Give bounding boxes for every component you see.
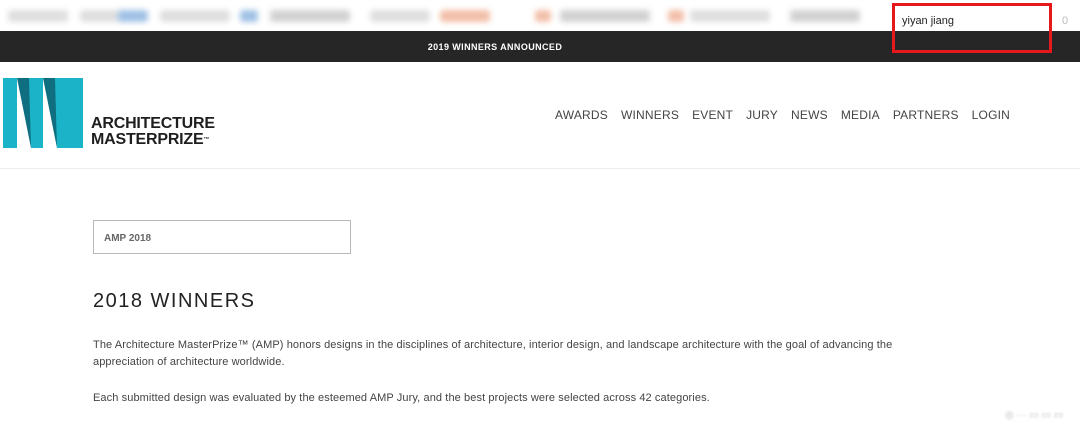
user-count: 0 bbox=[1062, 15, 1069, 27]
bookmark-item[interactable] bbox=[690, 10, 770, 22]
logo-wordmark[interactable]: ARCHITECTURE MASTERPRIZE™ bbox=[91, 116, 215, 148]
nav-item-news[interactable]: NEWS bbox=[791, 108, 828, 122]
highlight-box bbox=[892, 3, 1052, 53]
nav-item-partners[interactable]: PARTNERS bbox=[893, 108, 959, 122]
bookmark-item[interactable] bbox=[560, 10, 650, 22]
bookmark-item[interactable] bbox=[370, 10, 430, 22]
bookmark-item[interactable] bbox=[440, 10, 490, 22]
nav-item-awards[interactable]: AWARDS bbox=[555, 108, 608, 122]
bookmark-item[interactable] bbox=[790, 10, 860, 22]
page: yiyan jiang 0 2019 WINNERS ANNOUNCED ARC… bbox=[0, 0, 1080, 422]
trademark-symbol: ™ bbox=[203, 137, 210, 143]
site-header: ARCHITECTURE MASTERPRIZE™ AWARDS WINNERS… bbox=[0, 62, 1080, 169]
amp-logo-icon[interactable] bbox=[3, 78, 85, 153]
year-select[interactable]: AMP 2018 bbox=[93, 220, 351, 254]
nav-item-event[interactable]: EVENT bbox=[692, 108, 733, 122]
logo-line-2-text: MASTERPRIZE bbox=[91, 131, 204, 148]
logo-line-1: ARCHITECTURE bbox=[91, 115, 215, 132]
bookmark-item[interactable] bbox=[535, 10, 551, 22]
bookmark-item[interactable] bbox=[270, 10, 350, 22]
announcement-text[interactable]: 2019 WINNERS ANNOUNCED bbox=[428, 42, 563, 52]
page-title: 2018 WINNERS bbox=[93, 290, 256, 312]
nav-item-jury[interactable]: JURY bbox=[746, 108, 778, 122]
nav-item-media[interactable]: MEDIA bbox=[841, 108, 880, 122]
main-nav: AWARDS WINNERS EVENT JURY NEWS MEDIA PAR… bbox=[555, 108, 1010, 122]
bookmark-item[interactable] bbox=[668, 10, 684, 22]
nav-item-login[interactable]: LOGIN bbox=[972, 108, 1010, 122]
logo-line-2: MASTERPRIZE™ bbox=[91, 132, 215, 148]
bookmark-item[interactable] bbox=[8, 10, 68, 22]
bookmark-item[interactable] bbox=[160, 10, 230, 22]
jury-paragraph: Each submitted design was evaluated by t… bbox=[93, 392, 710, 404]
bookmark-item[interactable] bbox=[240, 10, 258, 22]
intro-paragraph: The Architecture MasterPrize™ (AMP) hono… bbox=[93, 339, 893, 368]
bookmark-item[interactable] bbox=[118, 10, 148, 22]
bookmark-item[interactable] bbox=[80, 10, 120, 22]
nav-item-winners[interactable]: WINNERS bbox=[621, 108, 679, 122]
watermark: ◎ ··· ▭ ▭ ▭ bbox=[1005, 410, 1064, 421]
